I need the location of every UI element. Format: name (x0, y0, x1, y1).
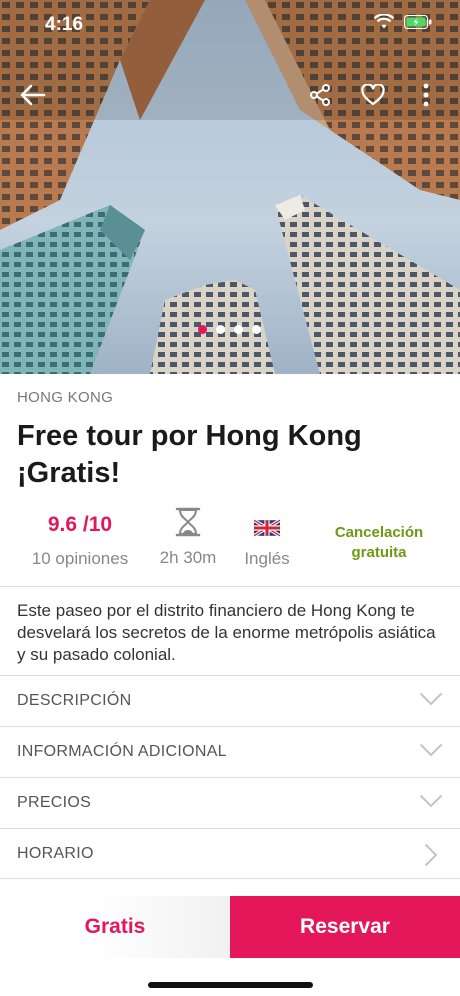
hero-photo (0, 0, 460, 374)
share-button[interactable] (303, 80, 337, 114)
gallery-dot[interactable] (216, 325, 225, 334)
heart-icon (361, 82, 385, 111)
booking-bar: Gratis Reservar (0, 896, 460, 958)
chevron-right-icon (424, 843, 438, 872)
rating-score: 9.6 /10 (47, 513, 113, 536)
hourglass-icon (148, 507, 228, 542)
status-bar: 4:16 (0, 0, 460, 50)
chevron-down-icon (419, 743, 443, 762)
more-vertical-icon (423, 83, 429, 112)
duration-value: 2h 30m (159, 548, 217, 567)
section-label: INFORMACIÓN ADICIONAL (17, 743, 227, 760)
arrow-left-icon (20, 84, 46, 111)
share-icon (309, 83, 331, 111)
section-label: HORARIO (17, 845, 94, 862)
chevron-down-icon (419, 794, 443, 813)
tour-stats: 9.6 /10 10 opiniones 2h 30m Inglés Cance… (0, 505, 460, 585)
language-value: Inglés (244, 549, 290, 568)
gallery-dot[interactable] (234, 325, 243, 334)
home-indicator-area (0, 958, 460, 996)
language-block: Inglés (232, 518, 302, 569)
reserve-button[interactable]: Reservar (230, 896, 460, 958)
section-horario[interactable]: HORARIO (0, 828, 460, 879)
rating-block[interactable]: 9.6 /10 10 opiniones (20, 513, 140, 569)
chevron-down-icon (419, 692, 443, 711)
hero-image-gallery[interactable]: 4:16 (0, 0, 460, 374)
battery-icon (403, 14, 432, 34)
uk-flag-icon (232, 518, 302, 542)
section-descripcion[interactable]: DESCRIPCIÓN (0, 675, 460, 726)
section-informacion-adicional[interactable]: INFORMACIÓN ADICIONAL (0, 726, 460, 777)
gallery-dot[interactable] (198, 325, 207, 334)
status-time: 4:16 (45, 14, 84, 35)
more-options-button[interactable] (409, 80, 443, 114)
wifi-icon (373, 13, 395, 35)
divider (0, 586, 460, 587)
section-label: PRECIOS (17, 794, 92, 811)
review-count[interactable]: 10 opiniones (20, 549, 140, 569)
gallery-pagination[interactable] (198, 325, 261, 334)
free-cancellation-badge: Cancelación gratuita (334, 524, 424, 561)
price-label: Gratis (0, 896, 230, 958)
gallery-dot[interactable] (252, 325, 261, 334)
tour-summary: Este paseo por el distrito financiero de… (17, 601, 436, 664)
section-label: DESCRIPCIÓN (17, 692, 132, 709)
home-indicator[interactable] (148, 982, 313, 988)
duration-block: 2h 30m (148, 507, 228, 568)
back-button[interactable] (16, 80, 50, 114)
tour-city: HONG KONG (17, 389, 114, 406)
section-precios[interactable]: PRECIOS (0, 777, 460, 828)
favorite-button[interactable] (356, 80, 390, 114)
tour-title: Free tour por Hong Kong ¡Gratis! (17, 420, 362, 489)
